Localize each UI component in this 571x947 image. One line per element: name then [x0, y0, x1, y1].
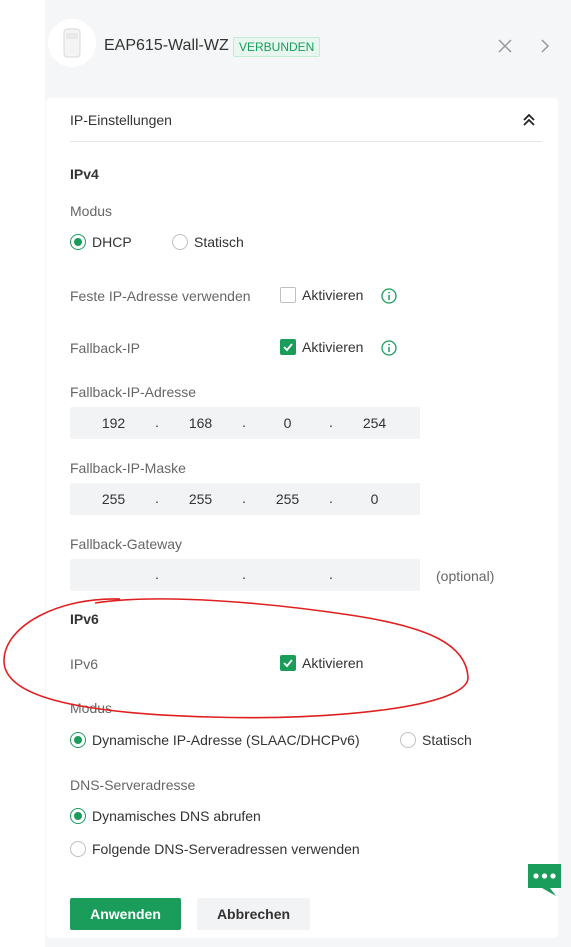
fallback-address-input[interactable]: 192 . 168 . 0 . 254: [70, 407, 420, 439]
radio-button[interactable]: [70, 732, 86, 748]
ipv4-heading: IPv4: [70, 166, 99, 182]
double-chevron-up-icon[interactable]: [521, 112, 537, 128]
ip-separator: .: [155, 490, 159, 506]
ipv4-mode-label: Modus: [70, 203, 113, 219]
status-badge: VERBUNDEN: [233, 37, 321, 57]
ipv6-enable-checkbox[interactable]: Aktivieren: [280, 655, 363, 671]
dns-dynamic-option[interactable]: Dynamisches DNS abrufen: [70, 808, 261, 824]
checkbox[interactable]: [280, 655, 296, 671]
checkbox-label: Aktivieren: [302, 655, 364, 671]
chevron-right-icon[interactable]: [538, 37, 552, 55]
device-name: EAP615-Wall-WZ: [104, 37, 229, 54]
access-point-icon: [63, 28, 81, 58]
info-icon[interactable]: [381, 340, 397, 356]
ip-separator: .: [329, 414, 333, 430]
fixed-ip-label: Feste IP-Adresse verwenden: [70, 288, 251, 304]
ipv4-mode-dhcp[interactable]: DHCP: [70, 234, 132, 250]
ip-separator: .: [242, 490, 246, 506]
ip-separator: .: [329, 566, 333, 582]
radio-button[interactable]: [70, 841, 86, 857]
ipv6-mode-label: Modus: [70, 700, 113, 716]
section-title: IP-Einstellungen: [70, 112, 172, 128]
checkbox[interactable]: [280, 339, 296, 355]
dns-label: DNS-Serveradresse: [70, 777, 196, 793]
ip-octet[interactable]: 192: [70, 415, 157, 431]
checkmark-icon: [283, 343, 293, 352]
ip-separator: .: [242, 566, 246, 582]
checkbox-label: Aktivieren: [302, 287, 364, 303]
cancel-button[interactable]: Abbrechen: [197, 898, 310, 930]
fallback-ip-label: Fallback-IP: [70, 340, 141, 356]
fallback-mask-label: Fallback-IP-Maske: [70, 460, 186, 476]
radio-label: Statisch: [422, 732, 472, 748]
radio-label: Dynamische IP-Adresse (SLAAC/DHCPv6): [92, 732, 360, 748]
section-divider: [70, 141, 542, 142]
ip-separator: .: [155, 414, 159, 430]
ip-octet[interactable]: 254: [331, 415, 418, 431]
radio-button[interactable]: [70, 808, 86, 824]
ipv6-mode-dynamic[interactable]: Dynamische IP-Adresse (SLAAC/DHCPv6): [70, 732, 360, 748]
chat-icon[interactable]: [526, 862, 563, 898]
info-icon[interactable]: [381, 288, 397, 304]
radio-button[interactable]: [400, 732, 416, 748]
radio-label: Dynamisches DNS abrufen: [92, 808, 261, 824]
radio-button[interactable]: [70, 234, 86, 250]
ip-octet[interactable]: 255: [70, 491, 157, 507]
fixed-ip-checkbox[interactable]: Aktivieren: [280, 287, 363, 303]
ip-octet[interactable]: 0: [244, 415, 331, 431]
radio-label: Folgende DNS-Serveradressen verwenden: [92, 841, 360, 857]
ip-octet[interactable]: 0: [331, 491, 418, 507]
fallback-gateway-label: Fallback-Gateway: [70, 536, 183, 552]
fallback-gateway-input[interactable]: . . .: [70, 559, 420, 591]
checkmark-icon: [283, 659, 293, 668]
checkbox-label: Aktivieren: [302, 339, 364, 355]
ipv6-mode-static[interactable]: Statisch: [400, 732, 472, 748]
ipv4-mode-static[interactable]: Statisch: [172, 234, 244, 250]
ip-octet[interactable]: 255: [244, 491, 331, 507]
close-icon[interactable]: [496, 37, 514, 55]
fallback-mask-input[interactable]: 255 . 255 . 255 . 0: [70, 483, 420, 515]
ipv6-heading: IPv6: [70, 611, 99, 627]
device-avatar: [48, 19, 96, 67]
ip-octet[interactable]: 168: [157, 415, 244, 431]
ip-separator: .: [155, 566, 159, 582]
ipv6-enable-label: IPv6: [70, 656, 99, 672]
radio-label: Statisch: [194, 234, 244, 250]
apply-button[interactable]: Anwenden: [70, 898, 181, 930]
dns-manual-option[interactable]: Folgende DNS-Serveradressen verwenden: [70, 841, 360, 857]
optional-hint: (optional): [436, 568, 495, 584]
fallback-address-label: Fallback-IP-Adresse: [70, 384, 197, 400]
ip-octet[interactable]: 255: [157, 491, 244, 507]
ip-separator: .: [242, 414, 246, 430]
ip-separator: .: [329, 490, 333, 506]
radio-button[interactable]: [172, 234, 188, 250]
checkbox[interactable]: [280, 287, 296, 303]
fallback-ip-checkbox[interactable]: Aktivieren: [280, 339, 363, 355]
radio-label: DHCP: [92, 234, 132, 250]
